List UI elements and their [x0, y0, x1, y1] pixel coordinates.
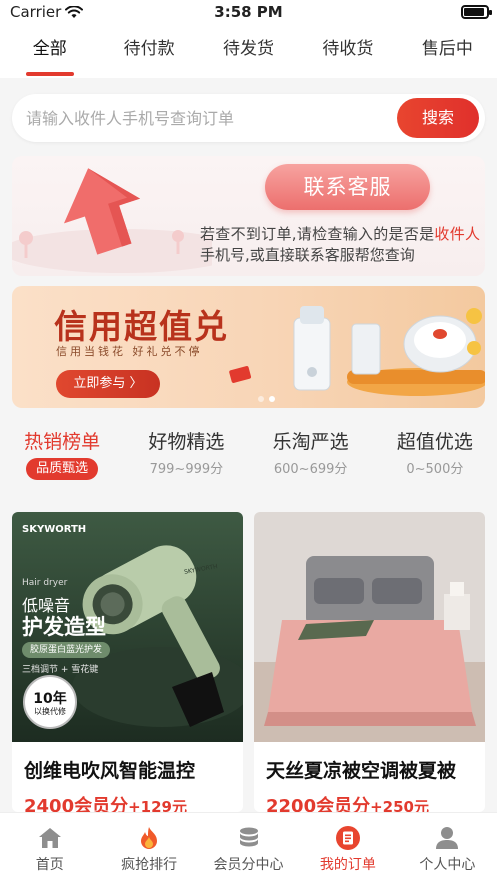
home-icon [38, 828, 61, 848]
category-range: 799~999分 [149, 462, 224, 477]
product-image: SKYWORTH SKYWORTH Hair dryer 低噪音 护发造型 胶原… [12, 512, 243, 742]
image-caption-en: Hair dryer [22, 578, 68, 588]
product-card[interactable]: 天丝夏凉被空调被夏被 2200会员分+250元 [254, 512, 485, 812]
tab-all[interactable]: 全部 [0, 24, 99, 78]
promo-banner[interactable]: 信用超值兑 信用当钱花 好礼兑不停 立即参与 〉 [12, 286, 485, 408]
tab-pending-shipment[interactable]: 待发货 [199, 24, 298, 78]
service-hint-highlight: 收件人 [434, 225, 480, 243]
category-title: 好物精选 [148, 431, 225, 453]
brand-logo: SKYWORTH [22, 524, 87, 535]
nav-my-orders[interactable]: 我的订单 [298, 813, 397, 883]
tab-pending-payment[interactable]: 待付款 [99, 24, 198, 78]
nav-points-center[interactable]: 会员分中心 [199, 813, 298, 883]
product-grid: SKYWORTH SKYWORTH Hair dryer 低噪音 护发造型 胶原… [12, 512, 485, 812]
product-card[interactable]: SKYWORTH SKYWORTH Hair dryer 低噪音 护发造型 胶原… [12, 512, 243, 812]
status-bar: Carrier 3:58 PM [0, 0, 497, 24]
order-tabs: 全部 待付款 待发货 待收货 售后中 [0, 24, 497, 78]
image-caption-pill: 胶原蛋白蓝光护发 [22, 642, 111, 658]
product-name: 创维电吹风智能温控 [24, 760, 196, 782]
banner-title: 信用超值兑 [54, 307, 229, 346]
category-title: 超值优选 [396, 431, 473, 453]
product-price: 2200会员分+250元 [266, 792, 429, 812]
product-image [254, 512, 485, 742]
battery-icon [461, 5, 492, 19]
carrier-label: Carrier [10, 3, 62, 21]
nav-home[interactable]: 首页 [0, 813, 99, 883]
appliances-illustration-icon [229, 306, 485, 396]
category-strict-select[interactable]: 乐淘严选 600~699分 [249, 428, 373, 498]
price-points: 2200会员分 [266, 796, 371, 812]
banner-subtitle: 信用当钱花 好礼兑不停 [56, 345, 203, 358]
category-title: 乐淘严选 [272, 431, 349, 453]
product-price: 2400会员分+129元 [24, 792, 187, 812]
product-name: 天丝夏凉被空调被夏被 [266, 760, 457, 782]
category-good-picks[interactable]: 好物精选 799~999分 [124, 428, 248, 498]
carousel-dot[interactable] [258, 396, 264, 402]
nav-label: 会员分中心 [213, 857, 284, 873]
contact-service-button[interactable]: 联系客服 [265, 164, 430, 210]
nav-ranking[interactable]: 疯抢排行 [99, 813, 198, 883]
nav-label: 首页 [35, 857, 64, 873]
battery-level [464, 8, 484, 16]
price-cash: +129元 [128, 798, 187, 812]
join-now-button[interactable]: 立即参与 〉 [56, 370, 160, 398]
search-button[interactable]: 搜索 [397, 98, 479, 138]
image-caption-styling: 护发造型 [22, 615, 106, 639]
category-value-picks[interactable]: 超值优选 0~500分 [373, 428, 497, 498]
tab-pending-receipt[interactable]: 待收货 [298, 24, 397, 78]
category-title: 热销榜单 [24, 431, 101, 453]
nav-profile[interactable]: 个人中心 [398, 813, 497, 883]
carrier-info: Carrier [10, 3, 84, 21]
service-hint: 若查不到订单,请检查输入的是否是收件人手机号,或直接联系客服帮您查询 [200, 224, 480, 266]
carousel-dot[interactable] [269, 396, 275, 402]
customer-service-card: 联系客服 若查不到订单,请检查输入的是否是收件人手机号,或直接联系客服帮您查询 [12, 156, 485, 276]
category-badge: 品质甄选 [26, 458, 99, 480]
price-points: 2400会员分 [24, 796, 129, 812]
category-range: 600~699分 [273, 462, 348, 477]
category-range: 0~500分 [406, 462, 464, 477]
category-hot-list[interactable]: 热销榜单 品质甄选 [0, 428, 124, 498]
search-bar: 搜索 [12, 94, 485, 142]
service-hint-part1: 若查不到订单,请检查输入的是否是 [200, 225, 435, 243]
price-cash: +250元 [370, 798, 429, 812]
wifi-icon [65, 5, 84, 18]
search-input[interactable] [12, 94, 392, 142]
service-hint-part2: 手机号,或直接联系客服帮您查询 [200, 246, 415, 264]
fire-icon [141, 827, 158, 849]
arrow-illustration-icon [12, 168, 212, 273]
tab-after-sales[interactable]: 售后中 [398, 24, 497, 78]
bottom-nav: 首页 疯抢排行 会员分中心 我的订单 个人中心 [0, 812, 497, 883]
nav-label: 个人中心 [419, 857, 476, 873]
category-filters: 热销榜单 品质甄选 好物精选 799~999分 乐淘严选 600~699分 超值… [0, 428, 497, 498]
nav-label: 我的订单 [319, 857, 376, 873]
order-icon [335, 826, 360, 850]
user-icon [436, 827, 459, 849]
image-caption-features: 三档调节 + 雪花键 [22, 665, 99, 675]
warranty-seal: 10年 [33, 691, 67, 707]
carousel-dots [258, 396, 275, 402]
bedding-image [254, 512, 485, 742]
coins-icon [239, 827, 258, 847]
warranty-seal-sub: 以换代修 [34, 707, 66, 716]
nav-label: 疯抢排行 [121, 857, 178, 873]
